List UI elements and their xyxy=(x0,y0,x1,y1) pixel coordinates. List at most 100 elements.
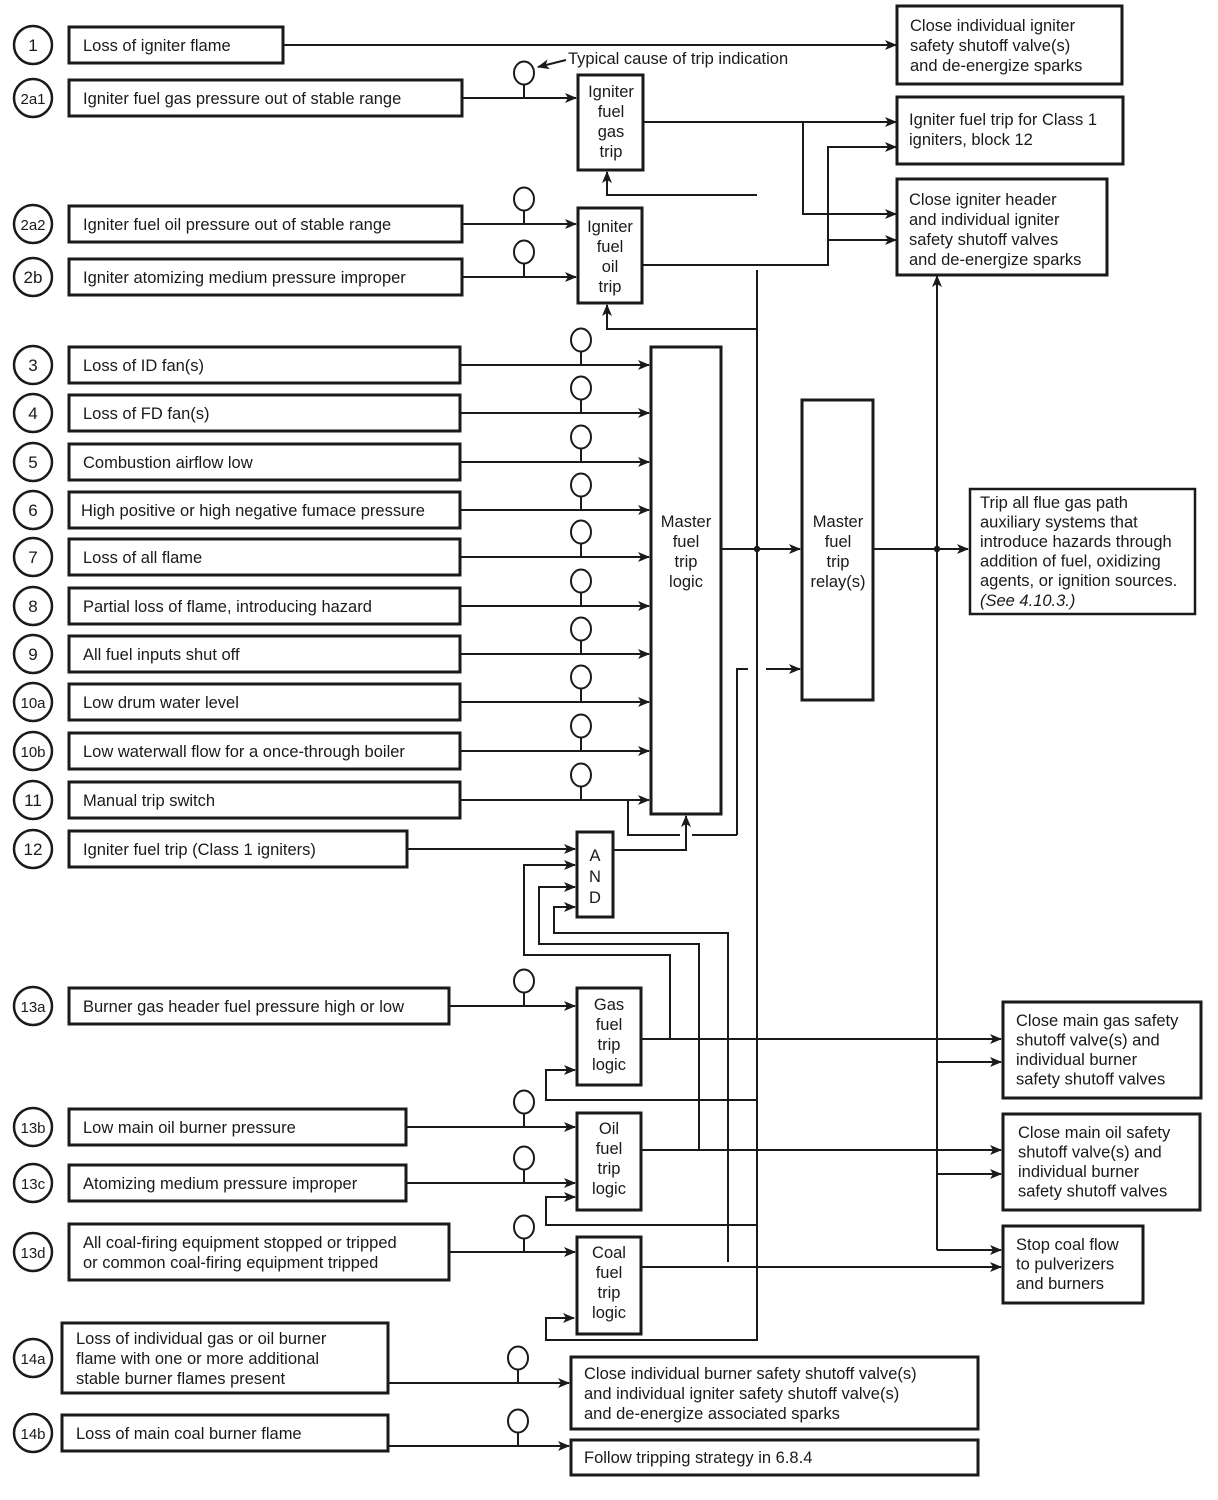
junction-dot xyxy=(933,545,941,553)
input-condition-label: or common coal-firing equipment tripped xyxy=(83,1254,378,1272)
block-label: trip xyxy=(599,278,622,296)
block-label: fuel xyxy=(596,1140,623,1158)
block-label: Igniter xyxy=(587,218,633,236)
input-condition-label: Igniter fuel trip (Class 1 igniters) xyxy=(83,841,316,859)
trip-indicator-icon xyxy=(570,327,592,353)
block-label: logic xyxy=(592,1180,626,1198)
output-label: shutoff valve(s) and xyxy=(1018,1144,1162,1162)
input-condition-label: Burner gas header fuel pressure high or … xyxy=(83,998,404,1016)
block-label: Master xyxy=(661,513,712,531)
trip-indicator-icon xyxy=(507,1345,529,1371)
output-label: addition of fuel, oxidizing xyxy=(980,553,1161,571)
output-label: and de-energize associated sparks xyxy=(584,1405,840,1423)
output-label: Trip all flue gas path xyxy=(980,494,1128,512)
output-label: Igniter fuel trip for Class 1 xyxy=(909,111,1097,129)
trip-indicator-icon xyxy=(570,375,592,401)
trip-indicator-icon xyxy=(513,1145,535,1171)
output-label: safety shutoff valves xyxy=(1018,1183,1167,1201)
block-label: N xyxy=(589,868,601,886)
input-number: 5 xyxy=(28,453,37,472)
block-label: Coal xyxy=(592,1244,626,1262)
trip-indicator-icon xyxy=(513,1089,535,1115)
output-label: safety shutoff valves xyxy=(909,231,1058,249)
block-label: gas xyxy=(598,123,625,141)
output-label: Close individual igniter xyxy=(910,17,1076,35)
input-condition-label: Low waterwall flow for a once-through bo… xyxy=(83,743,405,761)
trip-indicator-icon xyxy=(513,60,535,86)
connector-line xyxy=(602,304,757,330)
trip-indicator-icon xyxy=(570,568,592,594)
input-number: 7 xyxy=(28,548,37,567)
input-condition-label: Igniter atomizing medium pressure improp… xyxy=(83,269,406,287)
input-condition-label: Combustion airflow low xyxy=(83,454,253,472)
block-label: trip xyxy=(598,1036,621,1054)
input-number: 14b xyxy=(20,1426,45,1443)
input-number: 8 xyxy=(28,597,37,616)
input-number: 13c xyxy=(21,1176,46,1193)
input-number: 10a xyxy=(20,695,46,712)
input-number: 14a xyxy=(20,1351,46,1368)
trip-indicator-icon xyxy=(507,1408,529,1434)
block-label: fuel xyxy=(597,238,624,256)
input-condition-label: flame with one or more additional xyxy=(76,1350,319,1368)
input-condition-label: Loss of main coal burner flame xyxy=(76,1425,302,1443)
input-number: 3 xyxy=(28,356,37,375)
input-number: 1 xyxy=(28,36,37,55)
input-number: 12 xyxy=(24,840,43,859)
input-condition-label: All fuel inputs shut off xyxy=(83,646,240,664)
trip-indicator-icon xyxy=(570,713,592,739)
block-label: Master xyxy=(813,513,864,531)
block-label: trip xyxy=(598,1284,621,1302)
output-label: introduce hazards through xyxy=(980,533,1172,551)
output-label: safety shutoff valves xyxy=(1016,1071,1165,1089)
trip-indicator-icon xyxy=(570,664,592,690)
input-condition-label: Loss of FD fan(s) xyxy=(83,405,210,423)
input-condition-label: Partial loss of flame, introducing hazar… xyxy=(83,598,372,616)
junction-dot xyxy=(753,545,761,553)
block-label: trip xyxy=(600,143,623,161)
block-label: A xyxy=(589,847,600,865)
fuel-trip-logic-diagram: 1 Loss of igniter flame 2a1 Igniter fuel ga… xyxy=(12,4,1203,1477)
trip-indicator-icon xyxy=(513,968,535,994)
input-number: 13a xyxy=(20,999,46,1016)
annotation-text: Typical cause of trip indication xyxy=(568,50,788,68)
input-number: 13b xyxy=(20,1120,45,1137)
input-condition-label: Loss of ID fan(s) xyxy=(83,357,204,375)
output-label: and individual igniter safety shutoff va… xyxy=(584,1385,899,1403)
output-label: Close main oil safety xyxy=(1018,1124,1171,1142)
connector-line xyxy=(642,142,897,266)
output-label: individual burner xyxy=(1018,1163,1140,1181)
input-condition-label: Low drum water level xyxy=(83,694,239,712)
trip-indicator-icon xyxy=(570,424,592,450)
output-label: Close individual burner safety shutoff v… xyxy=(584,1365,917,1383)
block-label: Gas xyxy=(594,996,624,1014)
input-number: 2a1 xyxy=(20,91,45,108)
output-label: agents, or ignition sources. xyxy=(980,572,1177,590)
connector-line xyxy=(602,171,757,196)
output-label: igniters, block 12 xyxy=(909,131,1033,149)
block-label: Oil xyxy=(599,1120,619,1138)
block-label: logic xyxy=(592,1304,626,1322)
block-label: D xyxy=(589,889,601,907)
input-number: 11 xyxy=(24,791,42,810)
block-label: trip xyxy=(827,553,850,571)
input-condition-label: Loss of all flame xyxy=(83,549,202,567)
trip-indicator-icon xyxy=(513,186,535,212)
input-condition-label: Low main oil burner pressure xyxy=(83,1119,296,1137)
block-label: logic xyxy=(669,573,703,591)
annotation-pointer xyxy=(537,59,567,70)
trip-indicator-icon xyxy=(570,762,592,788)
block-label: oil xyxy=(602,258,619,276)
input-condition-label: Igniter fuel oil pressure out of stable … xyxy=(83,216,391,234)
input-condition-label: High positive or high negative fumace pr… xyxy=(81,502,425,520)
output-label: and de-energize sparks xyxy=(910,57,1082,75)
connector-line xyxy=(736,668,748,835)
output-label: and individual igniter xyxy=(909,211,1060,229)
diagram-shapes: 1 Loss of igniter flame 2a1 Igniter fuel ga… xyxy=(12,4,1203,1477)
input-condition-label: All coal-firing equipment stopped or tri… xyxy=(83,1234,397,1252)
output-label: Follow tripping strategy in 6.8.4 xyxy=(584,1449,812,1467)
input-condition-label: Igniter fuel gas pressure out of stable … xyxy=(83,90,401,108)
output-label: auxiliary systems that xyxy=(980,514,1138,532)
output-label: and burners xyxy=(1016,1275,1104,1293)
output-label: and de-energize sparks xyxy=(909,251,1081,269)
